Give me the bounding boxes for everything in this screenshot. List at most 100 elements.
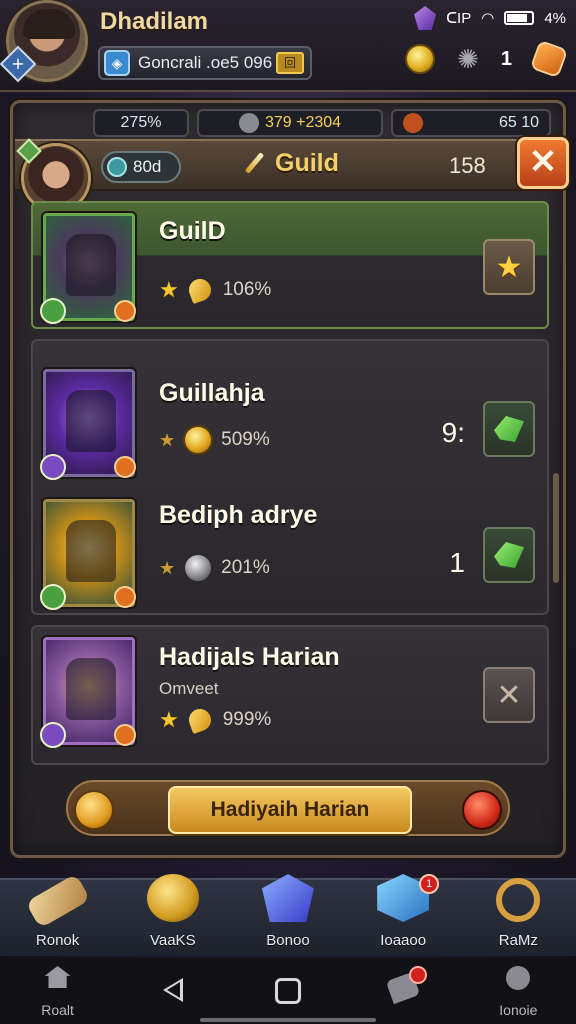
element-badge-icon [40,454,66,480]
stat-chip-gold: 379 +2304 [197,109,383,137]
green-leaf-icon [494,416,524,442]
nav-item-ioaaoo[interactable]: 1 Ioaaoo [353,874,453,958]
stat-strip: 275% 379 +2304 65 10 [93,109,553,139]
stat-gold: 379 +2304 [264,114,342,131]
element-badge-icon [40,298,66,324]
claw-icon [187,707,215,733]
system-home[interactable]: Roalt [18,958,98,1024]
rank-badge-icon [114,724,136,746]
top-icon-row: ✺ 1 [405,39,569,79]
gear-icon[interactable]: ✺ [457,44,479,74]
rank-badge-icon [114,456,136,478]
favorite-button[interactable]: ★ [483,239,535,295]
star-icon: ★ [159,277,179,302]
player-name: Dhadilam [100,8,209,35]
person-icon [506,966,531,990]
system-back[interactable] [133,958,213,1024]
row-percent: 106% [222,279,272,300]
stat-percent: 275% [120,114,162,131]
nav-label: Ioaaoo [380,932,427,949]
nav-item-ronok[interactable]: Ronok [8,873,108,958]
level-value: 80d [133,157,162,176]
list-item[interactable]: Bediph adrye ★ 201% 1 [33,491,547,613]
panel-title-text: Guild [275,149,339,177]
rank-badge-icon [114,586,136,608]
element-badge-icon [40,584,66,610]
list-item[interactable]: Guillahja ★ 509% 9: [33,341,547,480]
row-count: 9: [441,417,465,448]
knight-portrait [66,234,116,296]
row-subtitle: Omveet [159,679,219,698]
row-percent: 509% [221,429,270,450]
upgrade-button[interactable] [483,401,535,457]
upgrade-button[interactable] [483,527,535,583]
list-item[interactable]: Hadijals Harian Omveet ★ 999% ✕ [31,625,549,765]
server-name: Goncrali .oe5 096 [138,53,273,72]
purple-gem-icon [414,6,437,30]
nav-item-vaaks[interactable]: VaaKS [123,874,223,958]
leaf-badge-icon [16,138,42,164]
sys-label: Roalt [41,1002,74,1018]
player-avatar[interactable]: ✕ [0,0,88,83]
server-badge: 回 [276,52,304,74]
avatar-hair [23,9,75,39]
stat-chip-percent: 275% [93,109,189,137]
member-count: 158 [449,153,486,178]
server-selector[interactable]: ◈ Goncrali .oe5 096 回 [98,46,312,80]
system-profile[interactable]: Ionoie [478,958,558,1024]
wifi-icon: ◠ [481,10,495,27]
row-stats: ★ 509% [159,425,270,455]
system-chat[interactable] [363,958,443,1024]
blue-gem-icon [261,874,314,922]
recent-apps-icon [274,978,301,1004]
row-title: Bediph adrye [159,501,318,529]
star-icon: ★ [159,430,176,450]
system-recents[interactable] [248,958,328,1024]
row-title: Hadijals Harian [159,643,340,671]
nav-item-ramz[interactable]: RaMz [468,878,568,958]
row-title: GuilD [159,217,226,245]
stat-chip-energy: 65 10 [391,109,551,137]
battery-level: 4% [544,9,566,27]
element-badge-icon [40,722,66,748]
hero-thumbnail [40,213,136,324]
nav-label: VaaKS [149,932,196,949]
rank-badge-icon [114,300,136,322]
row-percent: 999% [222,709,272,730]
happy-face-icon [74,790,114,830]
crystal-portrait [66,390,116,452]
level-pill: 80d [101,151,181,183]
dismiss-button[interactable]: ✕ [483,667,535,723]
row-stats: ★ 106% [159,277,271,303]
gesture-pill[interactable] [200,1018,376,1022]
list-group: Guillahja ★ 509% 9: Bediph adrye ★ 201% … [31,339,549,615]
mage-portrait [66,658,116,720]
list-item[interactable]: GuilD ★ 106% ★ [31,201,549,329]
back-icon [162,978,183,1002]
nav-item-bonoo[interactable]: Bonoo [238,874,338,958]
shield-portrait [66,520,116,582]
notification-badge: 1 [419,874,440,894]
scroll-icon [24,873,91,929]
hero-thumbnail [40,637,136,748]
top-count: 1 [500,47,512,70]
gold-coin-icon[interactable] [405,44,436,74]
sword-icon [241,151,267,177]
sys-label: Ionoie [499,1002,538,1018]
level-icon [107,157,127,177]
orange-crystal-icon[interactable] [529,39,569,79]
red-orb-icon [462,790,502,830]
daily-claim-button[interactable]: Hadiyaih Harian [168,786,412,834]
star-icon: ★ [159,707,179,732]
scrollbar-thumb[interactable] [553,473,559,583]
top-bar: ✕ Dhadilam ᑕIP ◠ 4% ◈ Goncrali .oe5 096 … [0,0,576,92]
notification-badge [409,966,428,984]
hero-thumbnail [40,499,136,610]
system-nav-bar: Roalt Ionoie [0,958,576,1024]
home-icon [44,966,71,988]
close-button[interactable]: ✕ [517,137,569,189]
crossed-swords-icon: ✕ [0,45,37,83]
gold-coin-icon [183,425,214,455]
panel-title: Guild [241,149,339,178]
green-leaf-icon [494,542,524,568]
